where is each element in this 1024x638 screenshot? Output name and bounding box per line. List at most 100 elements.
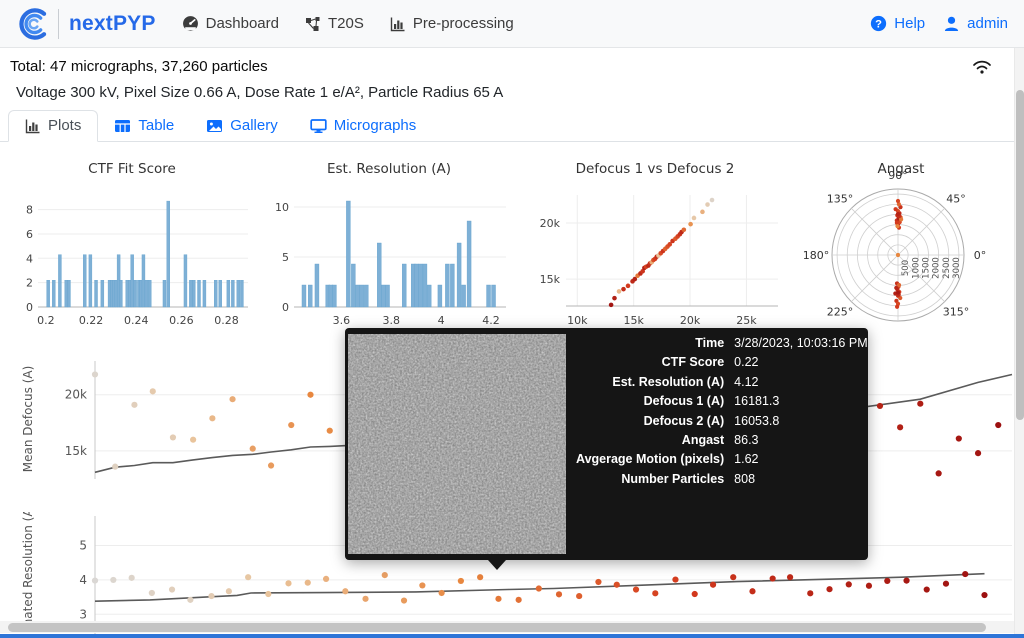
svg-text:15k: 15k — [623, 314, 644, 327]
tab-label: Micrographs — [334, 117, 417, 134]
svg-text:3: 3 — [79, 607, 87, 621]
nav-link-label: T20S — [328, 15, 364, 32]
svg-text:500: 500 — [901, 260, 911, 276]
params-summary: Voltage 300 kV, Pixel Size 0.66 A, Dose … — [16, 84, 503, 101]
svg-text:0°: 0° — [974, 249, 987, 262]
dashboard-icon — [182, 15, 199, 32]
tooltip-row-value: 16053.8 — [734, 412, 870, 431]
table-icon — [114, 118, 131, 134]
svg-text:3.6: 3.6 — [333, 314, 351, 327]
nav-link-admin[interactable]: admin — [943, 15, 1008, 32]
svg-text:CTF Fit Score: CTF Fit Score — [88, 161, 176, 177]
nav-link-preprocessing[interactable]: Pre-processing — [390, 15, 514, 32]
nav-link-label: Pre-processing — [413, 15, 514, 32]
tooltip-row: Est. Resolution (A)4.12 — [576, 373, 870, 392]
tooltip-row-label: Defocus 2 (A) — [576, 412, 724, 431]
tooltip-row-value: 16181.3 — [734, 392, 870, 411]
tooltip-row-label: Est. Resolution (A) — [576, 373, 724, 392]
tooltip-row-label: Time — [576, 334, 724, 353]
micrographs-icon — [310, 118, 327, 134]
svg-text:3.8: 3.8 — [383, 314, 401, 327]
svg-text:4: 4 — [438, 314, 445, 327]
tooltip-row: CTF Score0.22 — [576, 353, 870, 372]
tooltip-row-value: 86.3 — [734, 431, 870, 450]
help-icon: ? — [870, 15, 887, 32]
svg-text:45°: 45° — [946, 192, 966, 205]
gallery-icon — [206, 118, 223, 134]
brand-name: nextPYP — [69, 12, 156, 36]
nav-link-help[interactable]: ? Help — [870, 15, 925, 32]
svg-text:8: 8 — [26, 204, 33, 217]
micrograph-tooltip: Time 3/28/2023, 10:03:16 PMCTF Score0.22E… — [345, 328, 868, 560]
tooltip-row: Defocus 2 (A) 16053.8 — [576, 412, 870, 431]
svg-text:20k: 20k — [680, 314, 701, 327]
tooltip-row: Defocus 1 (A) 16181.3 — [576, 392, 870, 411]
svg-text:315°: 315° — [943, 306, 970, 319]
tab-micrographs[interactable]: Micrographs — [294, 111, 433, 141]
tab-gallery[interactable]: Gallery — [190, 111, 294, 141]
svg-text:10: 10 — [275, 201, 289, 214]
tooltip-row: Avgerage Motion (pixels) 1.62 — [576, 450, 870, 469]
svg-text:Mean Defocus (A): Mean Defocus (A) — [21, 366, 35, 473]
horizontal-scrollbar[interactable] — [0, 621, 1014, 633]
svg-text:0: 0 — [282, 301, 289, 314]
svg-text:225°: 225° — [827, 306, 854, 319]
tooltip-row-value: 0.22 — [734, 353, 870, 372]
svg-text:15k: 15k — [65, 444, 87, 458]
svg-text:20k: 20k — [65, 388, 87, 402]
svg-text:2500: 2500 — [942, 257, 952, 279]
svg-text:90°: 90° — [888, 169, 908, 182]
nav-links: Dashboard T20S Pre-processing — [182, 15, 514, 32]
footer-accent-bar — [0, 634, 1024, 638]
svg-text:0.28: 0.28 — [214, 314, 239, 327]
svg-text:0.22: 0.22 — [79, 314, 104, 327]
nav-link-label: Help — [894, 15, 925, 32]
svg-text:2: 2 — [26, 277, 33, 290]
total-summary: Total: 47 micrographs, 37,260 particles — [10, 58, 268, 75]
tab-label: Table — [138, 117, 174, 134]
svg-text:5: 5 — [282, 251, 289, 264]
svg-text:1500: 1500 — [921, 257, 931, 279]
tooltip-row-label: Avgerage Motion (pixels) — [576, 450, 724, 469]
svg-text:135°: 135° — [827, 192, 854, 205]
tab-table[interactable]: Table — [98, 111, 190, 141]
svg-text:180°: 180° — [803, 249, 830, 262]
svg-text:5: 5 — [79, 539, 87, 553]
tooltip-row-value: 3/28/2023, 10:03:16 PM — [734, 334, 870, 353]
tooltip-row-label: Number Particles — [576, 470, 724, 489]
project-icon — [305, 16, 321, 32]
svg-text:?: ? — [875, 18, 882, 30]
svg-text:3000: 3000 — [952, 257, 962, 279]
chart-est-resolution-hist[interactable]: Est. Resolution (A)05103.63.844.2 — [262, 155, 516, 330]
tooltip-row-value: 1.62 — [734, 450, 870, 469]
nextpyp-logo-icon — [16, 7, 50, 41]
micrograph-preview — [348, 334, 566, 554]
nav-link-dashboard[interactable]: Dashboard — [182, 15, 279, 32]
chart-defocus1-vs-defocus2[interactable]: Defocus 1 vs Defocus 215k20k10k15k20k25k — [520, 155, 790, 330]
svg-text:25k: 25k — [736, 314, 757, 327]
svg-text:270°: 270° — [885, 329, 912, 330]
tooltip-row-label: Defocus 1 (A) — [576, 392, 724, 411]
horizontal-scrollbar-thumb[interactable] — [8, 623, 986, 632]
chart-ctf-fit-score[interactable]: CTF Fit Score024680.20.220.240.260.28 — [6, 155, 258, 330]
plots-icon — [25, 118, 41, 134]
tab-plots[interactable]: Plots — [8, 110, 98, 142]
preprocessing-icon — [390, 16, 406, 32]
chart-angast-polar[interactable]: Angast0°45°90°135°180°225°270°315°500100… — [788, 155, 1014, 330]
vertical-scrollbar[interactable] — [1014, 48, 1024, 638]
svg-text:4: 4 — [79, 573, 87, 587]
brand[interactable]: nextPYP — [16, 7, 156, 41]
nav-link-t20s[interactable]: T20S — [305, 15, 364, 32]
tooltip-row-value: 808 — [734, 470, 870, 489]
tooltip-row: Angast86.3 — [576, 431, 870, 450]
micrograph-noise-image — [348, 334, 566, 554]
svg-text:20k: 20k — [540, 217, 561, 230]
vertical-scrollbar-thumb[interactable] — [1016, 90, 1024, 420]
nav-link-label: admin — [967, 15, 1008, 32]
nav-link-label: Dashboard — [206, 15, 279, 32]
svg-text:Defocus 1 vs Defocus 2: Defocus 1 vs Defocus 2 — [576, 161, 735, 177]
svg-text:Estimated Resolution (A): Estimated Resolution (A) — [21, 512, 35, 638]
tab-bar: Plots Table Gallery Micrographs — [0, 110, 1014, 142]
svg-text:1000: 1000 — [911, 257, 921, 279]
svg-text:2000: 2000 — [932, 257, 942, 279]
